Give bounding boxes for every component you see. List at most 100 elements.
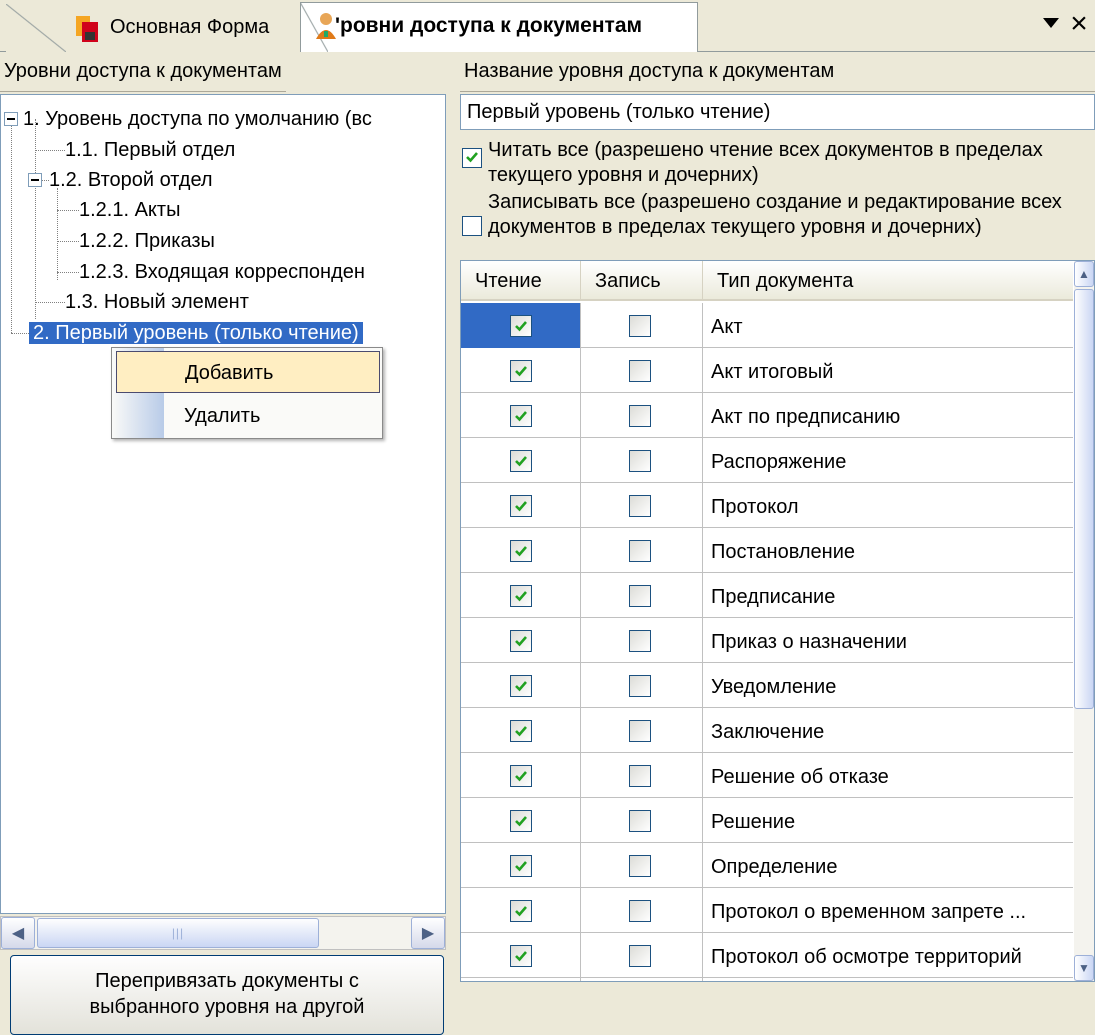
write-checkbox[interactable] (629, 765, 651, 787)
doc-type-cell[interactable]: Решение (703, 798, 1073, 843)
tree-node[interactable]: 1.1. Первый отдел (65, 135, 235, 165)
read-cell[interactable] (461, 798, 581, 843)
write-cell[interactable] (581, 933, 703, 978)
grid-vertical-scrollbar[interactable]: ▲ ▼ (1074, 261, 1094, 981)
write-checkbox[interactable] (629, 945, 651, 967)
doc-type-cell[interactable]: Акт (703, 303, 1073, 348)
table-row[interactable]: Постановление (461, 528, 1073, 573)
read-cell[interactable] (461, 888, 581, 933)
tree-node[interactable]: 1.2. Второй отдел (49, 165, 213, 195)
tree-node[interactable]: 1.2.1. Акты (79, 195, 180, 225)
scroll-down-icon[interactable]: ▼ (1074, 955, 1094, 981)
read-cell[interactable] (461, 663, 581, 708)
table-row[interactable]: Приказ о назначении (461, 618, 1073, 663)
tab-list-dropdown-icon[interactable] (1043, 18, 1059, 28)
tree-node[interactable]: 1.3. Новый элемент (65, 287, 249, 317)
read-cell[interactable] (461, 393, 581, 438)
column-header-doc-type[interactable]: Тип документа (703, 261, 1073, 301)
scroll-up-icon[interactable]: ▲ (1074, 261, 1094, 287)
menu-item-delete[interactable]: Удалить (112, 395, 382, 437)
write-checkbox[interactable] (629, 720, 651, 742)
read-all-checkbox[interactable] (462, 148, 482, 168)
write-cell[interactable] (581, 753, 703, 798)
doc-type-cell[interactable] (703, 978, 1073, 981)
doc-type-cell[interactable]: Акт итоговый (703, 348, 1073, 393)
write-all-checkbox[interactable] (462, 216, 482, 236)
write-checkbox[interactable] (629, 675, 651, 697)
doc-type-cell[interactable]: Предписание (703, 573, 1073, 618)
table-row[interactable]: Акт итоговый (461, 348, 1073, 393)
write-cell[interactable] (581, 573, 703, 618)
tab-access-levels[interactable]: 'ровни доступа к документам (300, 2, 698, 52)
document-types-grid[interactable]: Чтение Запись Тип документа Акт Акт итого… (460, 260, 1095, 982)
scrollbar-thumb[interactable]: ||| (37, 918, 319, 948)
menu-item-add[interactable]: Добавить (116, 351, 380, 393)
tree-node[interactable]: 1.2.2. Приказы (79, 226, 215, 256)
doc-type-cell[interactable]: Протокол о временном запрете ... (703, 888, 1073, 933)
tree-node[interactable]: 1.2.3. Входящая корреспонден (79, 257, 365, 287)
write-checkbox[interactable] (629, 360, 651, 382)
write-checkbox[interactable] (629, 450, 651, 472)
table-row[interactable]: Предписание (461, 573, 1073, 618)
write-cell[interactable] (581, 303, 703, 348)
doc-type-cell[interactable]: Определение (703, 843, 1073, 888)
read-checkbox[interactable] (510, 585, 532, 607)
tree-node[interactable]: 1. Уровень доступа по умолчанию (вс (23, 104, 372, 134)
collapse-node-icon[interactable] (28, 173, 42, 187)
write-checkbox[interactable] (629, 630, 651, 652)
read-checkbox[interactable] (510, 315, 532, 337)
write-cell[interactable] (581, 438, 703, 483)
read-cell[interactable] (461, 528, 581, 573)
write-checkbox[interactable] (629, 585, 651, 607)
table-row[interactable]: Решение об отказе (461, 753, 1073, 798)
write-cell[interactable] (581, 348, 703, 393)
read-cell[interactable] (461, 438, 581, 483)
table-row[interactable]: Акт по предписанию (461, 393, 1073, 438)
scrollbar-thumb[interactable] (1074, 289, 1094, 709)
read-checkbox[interactable] (510, 945, 532, 967)
table-row[interactable]: Протокол об осмотре территорий (461, 933, 1073, 978)
tree-horizontal-scrollbar[interactable]: ◀ ||| ▶ (0, 916, 446, 950)
read-checkbox[interactable] (510, 495, 532, 517)
doc-type-cell[interactable]: Приказ о назначении (703, 618, 1073, 663)
read-cell[interactable] (461, 843, 581, 888)
read-checkbox[interactable] (510, 360, 532, 382)
read-cell[interactable] (461, 978, 581, 981)
table-row[interactable]: Протокол о временном запрете ... (461, 888, 1073, 933)
table-row[interactable]: Распоряжение (461, 438, 1073, 483)
tree-node-selected[interactable]: 2. Первый уровень (только чтение) (29, 318, 363, 348)
scroll-right-icon[interactable]: ▶ (411, 917, 445, 949)
write-checkbox[interactable] (629, 405, 651, 427)
column-header-read[interactable]: Чтение (461, 261, 581, 301)
close-tab-icon[interactable]: × (1064, 6, 1094, 42)
write-checkbox[interactable] (629, 810, 651, 832)
read-cell[interactable] (461, 483, 581, 528)
doc-type-cell[interactable]: Акт по предписанию (703, 393, 1073, 438)
read-checkbox[interactable] (510, 810, 532, 832)
read-cell[interactable] (461, 573, 581, 618)
write-cell[interactable] (581, 483, 703, 528)
write-cell[interactable] (581, 618, 703, 663)
table-row[interactable]: Протокол (461, 483, 1073, 528)
table-row[interactable]: Уведомление (461, 663, 1073, 708)
doc-type-cell[interactable]: Уведомление (703, 663, 1073, 708)
write-cell[interactable] (581, 798, 703, 843)
read-cell[interactable] (461, 708, 581, 753)
read-checkbox[interactable] (510, 720, 532, 742)
doc-type-cell[interactable]: Протокол (703, 483, 1073, 528)
read-checkbox[interactable] (510, 630, 532, 652)
read-checkbox[interactable] (510, 675, 532, 697)
access-levels-tree[interactable]: 1. Уровень доступа по умолчанию (вс 1.1.… (0, 94, 446, 914)
write-checkbox[interactable] (629, 540, 651, 562)
table-row[interactable]: Определение (461, 843, 1073, 888)
collapse-node-icon[interactable] (4, 112, 18, 126)
column-header-write[interactable]: Запись (581, 261, 703, 301)
read-cell[interactable] (461, 618, 581, 663)
write-checkbox[interactable] (629, 495, 651, 517)
write-cell[interactable] (581, 843, 703, 888)
read-cell[interactable] (461, 933, 581, 978)
read-cell[interactable] (461, 303, 581, 348)
doc-type-cell[interactable]: Протокол об осмотре территорий (703, 933, 1073, 978)
table-row[interactable]: Решение (461, 798, 1073, 843)
read-checkbox[interactable] (510, 540, 532, 562)
